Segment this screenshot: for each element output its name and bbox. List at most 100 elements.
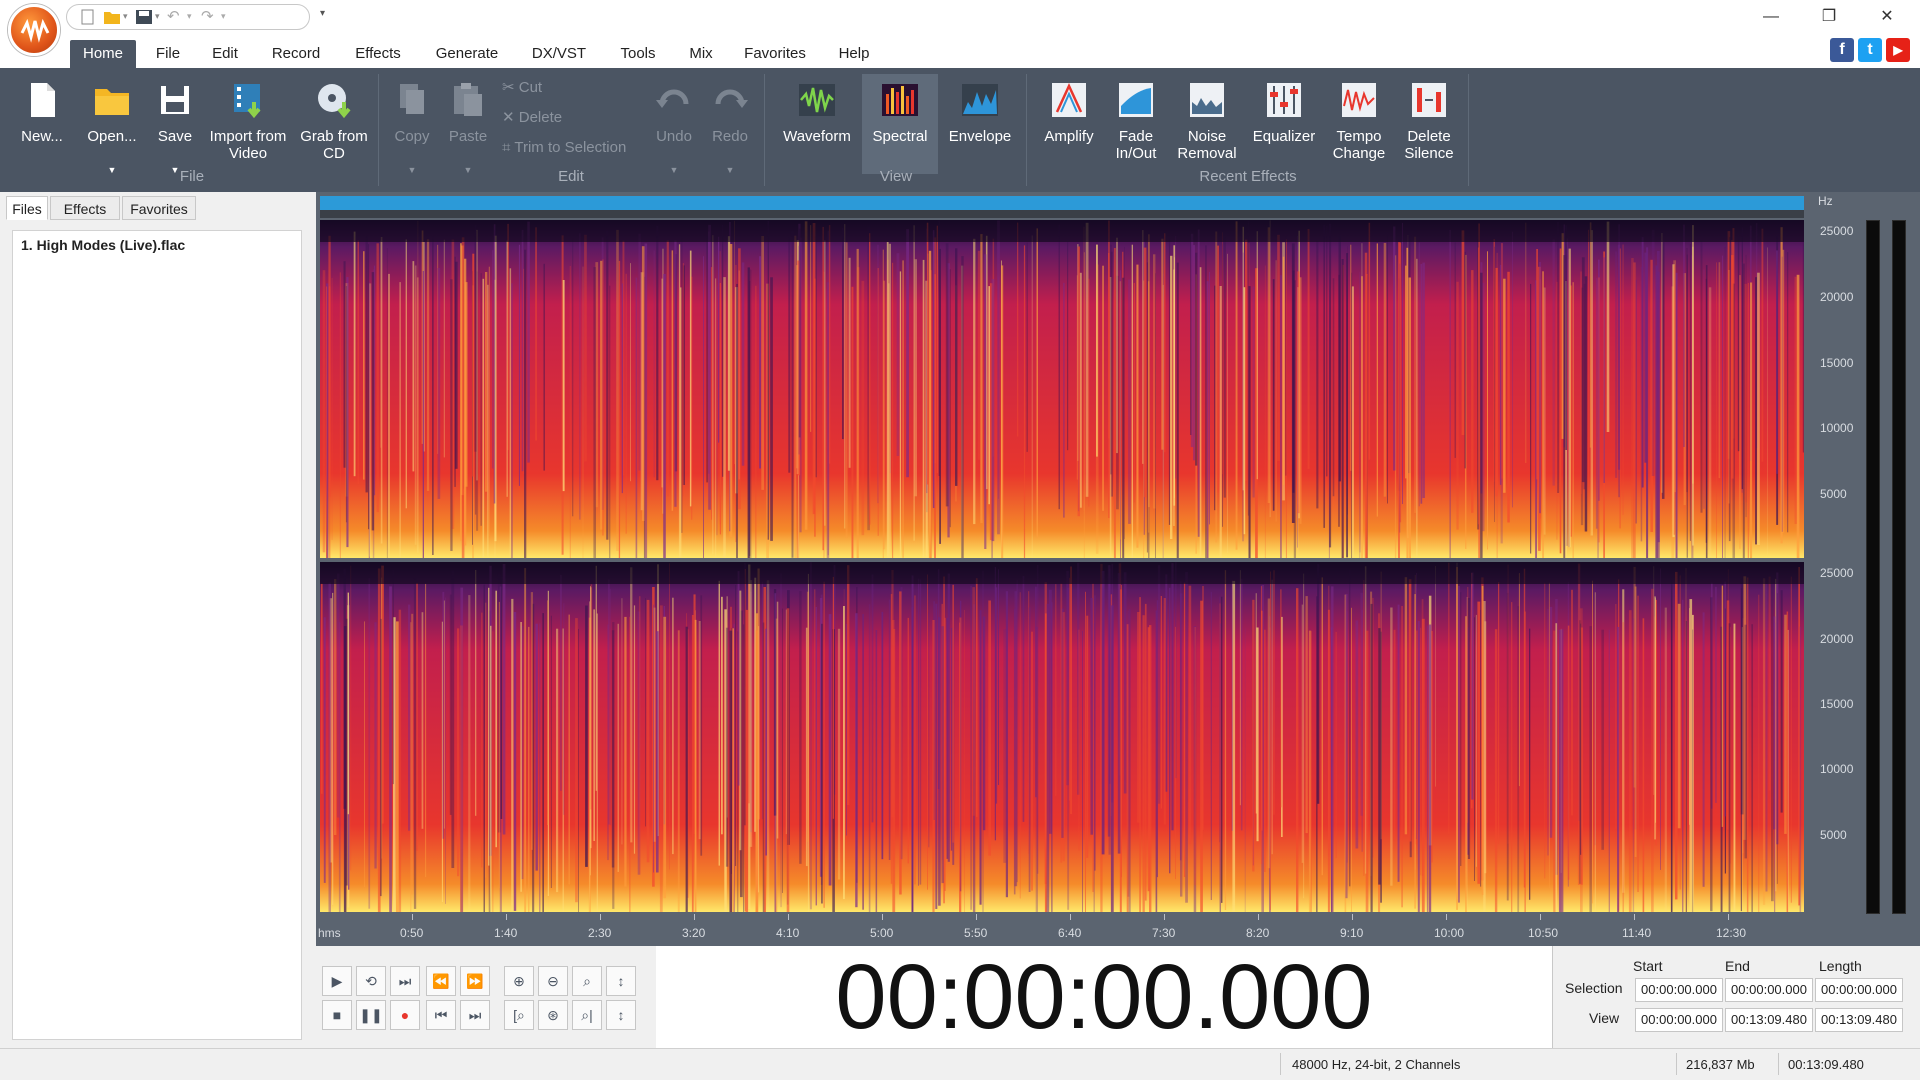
spectral-streak [492,631,494,912]
tab-help[interactable]: Help [834,40,874,68]
save-icon[interactable] [135,9,153,25]
twitter-icon[interactable]: t [1858,38,1882,62]
grab-from-cd-button[interactable]: Grab from CD [298,74,370,174]
spectral-streak [1755,277,1757,545]
file-item[interactable]: 1. High Modes (Live).flac [21,237,185,253]
equalizer-label: Equalizer [1252,128,1316,145]
spectral-streak [972,587,975,816]
loop-icon[interactable]: ⟲ [356,966,386,996]
undo-button[interactable]: Undo ▼ [650,74,698,175]
spectral-streak [774,593,777,912]
save-button-label: Save [157,128,193,145]
trim-to-selection-button[interactable]: ⌗ Trim to Selection [502,136,626,160]
record-icon[interactable]: ● [390,1000,420,1030]
tab-favorites[interactable]: Favorites [740,40,810,68]
new-button[interactable]: New... [14,74,70,174]
save-button[interactable]: Save ▼ [152,74,198,175]
zoom-to-fit-icon[interactable]: ⊛ [538,1000,568,1030]
spectral-streak [442,591,445,839]
spectrogram-channel-1[interactable] [320,220,1804,558]
tab-dxvst[interactable]: DX/VST [528,40,590,68]
view-start-field[interactable]: 00:00:00.000 [1635,1008,1723,1032]
app-logo[interactable] [8,4,60,56]
open-button[interactable]: Open... ▼ [80,74,144,175]
amplify-button[interactable]: Amplify [1036,74,1102,174]
tempo-change-button[interactable]: Tempo Change [1324,74,1394,174]
time-tick-label: 5:50 [964,926,988,940]
fade-in-out-button[interactable]: Fade In/Out [1104,74,1168,174]
tab-edit[interactable]: Edit [208,40,242,68]
tab-files[interactable]: Files [6,196,48,220]
view-end-field[interactable]: 00:13:09.480 [1725,1008,1813,1032]
youtube-icon[interactable]: ▶ [1886,38,1910,62]
equalizer-button[interactable]: Equalizer [1248,74,1320,174]
chevron-down-icon[interactable]: ▾ [123,11,128,22]
spectral-streak [339,272,341,558]
spectral-streak [1683,224,1685,447]
skip-to-start-icon[interactable]: ⏮ [426,1000,456,1030]
spectral-view-button[interactable]: Spectral [862,74,938,174]
envelope-view-button[interactable]: Envelope [942,74,1018,174]
tab-record[interactable]: Record [268,40,324,68]
stop-icon[interactable]: ■ [322,1000,352,1030]
copy-button[interactable]: Copy ▼ [386,74,438,175]
selection-start-field[interactable]: 00:00:00.000 [1635,978,1723,1002]
facebook-icon[interactable]: f [1830,38,1854,62]
cut-button[interactable]: ✂ Cut [502,76,542,100]
noise-removal-button[interactable]: Noise Removal [1172,74,1242,174]
paste-button[interactable]: Paste ▼ [442,74,494,175]
tab-file[interactable]: File [152,40,184,68]
undo-icon[interactable]: ↶ [167,7,180,25]
tab-mix[interactable]: Mix [686,40,716,68]
zoom-out-icon[interactable]: ⊖ [538,966,568,996]
spectral-streak [1329,223,1332,548]
chevron-down-icon[interactable]: ▾ [187,11,192,22]
zoom-right-icon[interactable]: ⌕| [572,1000,602,1030]
time-tick [506,914,507,920]
spectrogram-channel-2[interactable] [320,562,1804,912]
waveform-view-button[interactable]: Waveform [774,74,860,174]
spectral-streak [1408,277,1411,558]
redo-icon[interactable]: ↷ [201,7,214,25]
tab-favorites-panel[interactable]: Favorites [122,196,196,220]
selection-length-field[interactable]: 00:00:00.000 [1815,978,1903,1002]
view-length-field[interactable]: 00:13:09.480 [1815,1008,1903,1032]
vertical-zoom-in-icon[interactable]: ↕ [606,966,636,996]
delete-button[interactable]: ✕ Delete [502,106,562,130]
chevron-down-icon[interactable]: ▾ [221,11,226,22]
delete-silence-button[interactable]: Delete Silence [1398,74,1460,174]
restore-button[interactable]: ❐ [1806,0,1852,34]
play-icon[interactable]: ▶ [322,966,352,996]
chevron-down-icon[interactable]: ▾ [155,11,160,22]
selection-end-field[interactable]: 00:00:00.000 [1725,978,1813,1002]
zoom-selection-icon[interactable]: [⌕ [504,1000,534,1030]
skip-to-end-icon[interactable]: ⏭ [460,1000,490,1030]
vertical-zoom-out-icon[interactable]: ↕ [606,1000,636,1030]
tab-effects-panel[interactable]: Effects [50,196,120,220]
tab-home[interactable]: Home [70,40,136,68]
spectral-streak [1417,621,1420,912]
minimize-button[interactable]: — [1748,0,1794,34]
new-file-icon[interactable] [79,9,97,25]
spectral-streak [913,225,915,541]
redo-button[interactable]: Redo ▼ [706,74,754,175]
spectral-streak [1244,628,1246,912]
status-divider [1778,1053,1779,1075]
tab-tools[interactable]: Tools [616,40,660,68]
close-button[interactable]: ✕ [1864,0,1910,34]
import-from-video-button[interactable]: Import from Video [206,74,290,174]
customize-toolbar-icon[interactable]: ▾ [320,8,330,20]
overview-bar[interactable] [320,196,1804,210]
rewind-icon[interactable]: ⏪ [426,966,456,996]
zoom-full-icon[interactable]: ⌕ [572,966,602,996]
spectral-streak [1617,627,1620,912]
fast-forward-icon[interactable]: ⏩ [460,966,490,996]
pause-icon[interactable]: ❚❚ [356,1000,386,1030]
paste-icon [454,83,482,116]
tab-generate[interactable]: Generate [432,40,502,68]
tab-effects[interactable]: Effects [350,40,406,68]
time-tick-label: 10:50 [1528,926,1559,940]
folder-icon[interactable] [103,9,121,25]
zoom-in-icon[interactable]: ⊕ [504,966,534,996]
play-to-end-icon[interactable]: ⏭ [390,966,420,996]
